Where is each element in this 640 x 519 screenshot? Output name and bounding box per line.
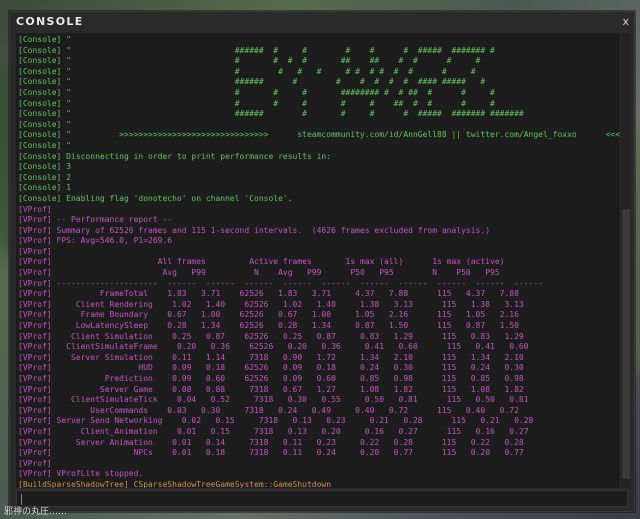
console-line: [VProf] -- Performance report -- [18, 215, 173, 225]
console-line: [VProf] [18, 204, 52, 214]
console-line: [VProf] Client Simulation 0.25 0.87 6252… [18, 331, 524, 341]
console-line: [VProf] Summary of 62526 frames and 115 … [18, 225, 491, 235]
console-line: [Console] " # # # # # ## # # # # [18, 98, 495, 108]
console-window: CONSOLE x [Console] " [Console] " ###### … [9, 11, 635, 512]
console-line: [VProf] Server Animation 0.01 0.14 7318 … [18, 437, 524, 447]
console-line: [Console] " # # # ######## # # ## # # # [18, 87, 495, 97]
scrollbar-thumb[interactable] [622, 209, 630, 479]
console-line: [Console] " >>>>>>>>>>>>>>>>>>>>>>>>>>>>… [18, 130, 620, 140]
console-line: [VProf] Server Simulation 0.11 1.14 7318… [18, 352, 524, 362]
console-line: [VProf] Client Rendering 1.02 1.40 62526… [18, 299, 524, 309]
console-line: [Console] " [18, 35, 71, 44]
console-line: [VProf] All frames Active frames 1s max … [18, 257, 505, 267]
console-line: [Console] Enabling flag 'donotecho' on c… [18, 193, 293, 203]
console-line: [Console] 2 [18, 172, 71, 182]
console-line: [VProf] [18, 458, 52, 468]
console-line: [BuildSparseShadowTree] CSparseShadowTre… [18, 479, 332, 488]
console-line: [VProf] FPS: Avg=546.0, P1=269.6 [18, 236, 173, 246]
console-titlebar[interactable]: CONSOLE x [10, 12, 634, 32]
console-line: [VProf] VProfLite stopped. [18, 469, 144, 479]
console-line: [VProf] Client_Animation 0.01 0.15 7318 … [18, 426, 529, 436]
console-line: [Console] 1 [18, 183, 71, 193]
console-line: [VProf] Prediction 0.09 0.60 62526 0.09 … [18, 374, 524, 383]
console-line: [VProf] [18, 246, 52, 256]
console-line: [VProf] LowLatencySleep 0.28 1.34 62526 … [18, 321, 519, 331]
console-line: [VProf] ClientSimulateFrame 0.20 0.36 62… [18, 342, 529, 352]
console-line: [Console] " # # # # ## ## # # # # [18, 56, 481, 66]
console-line: [Console] " # # # # # # # # # # # # [18, 66, 476, 76]
console-line: [Console] Disconnecting in order to prin… [18, 151, 332, 161]
console-line: [Console] " ###### # # # # # ##### #####… [18, 45, 495, 55]
console-line: [Console] " [18, 119, 71, 129]
background-text: 邪神の丸圧…… [4, 507, 68, 517]
console-title: CONSOLE [16, 15, 84, 28]
console-output: [Console] " [Console] " ###### # # # # # … [16, 33, 620, 488]
console-line: [VProf] UserCommands 0.03 0.30 7318 0.24… [18, 405, 519, 415]
console-line: [Console] " ###### # # # # ##### #######… [18, 109, 524, 119]
console-line: [VProf] Avg P99 N Avg P99 P50 P95 N P50 … [18, 268, 500, 278]
console-line: [VProf] --------------------- ------ ---… [18, 278, 543, 288]
console-input[interactable] [16, 490, 628, 507]
console-lines: [Console] " [Console] " ###### # # # # # … [16, 33, 620, 488]
console-line: [VProf] HUD 0.09 0.18 62526 0.09 0.18 0.… [18, 363, 524, 373]
console-line: [VProf] FrameTotal 1.83 3.71 62526 1.83 … [18, 289, 519, 299]
console-line: [VProf] Server Game 0.08 0.88 7318 0.67 … [18, 384, 524, 394]
console-line: [Console] " [18, 140, 71, 150]
console-line: [VProf] NPCs 0.01 0.18 7318 0.11 0.24 0.… [18, 448, 524, 458]
output-scrollbar[interactable] [621, 33, 631, 488]
console-line: [Console] 3 [18, 162, 71, 172]
console-line: [VProf] Server Send Networking 0.02 0.15… [18, 416, 534, 426]
console-line: [Console] " ###### # # # # # # #### ####… [18, 77, 486, 87]
console-line: [VProf] Frame Boundary 0.67 1.00 62526 0… [18, 310, 519, 320]
close-icon[interactable]: x [622, 15, 629, 28]
console-line: [VProf] ClientSimulateTick 0.04 0.52 731… [18, 395, 529, 405]
